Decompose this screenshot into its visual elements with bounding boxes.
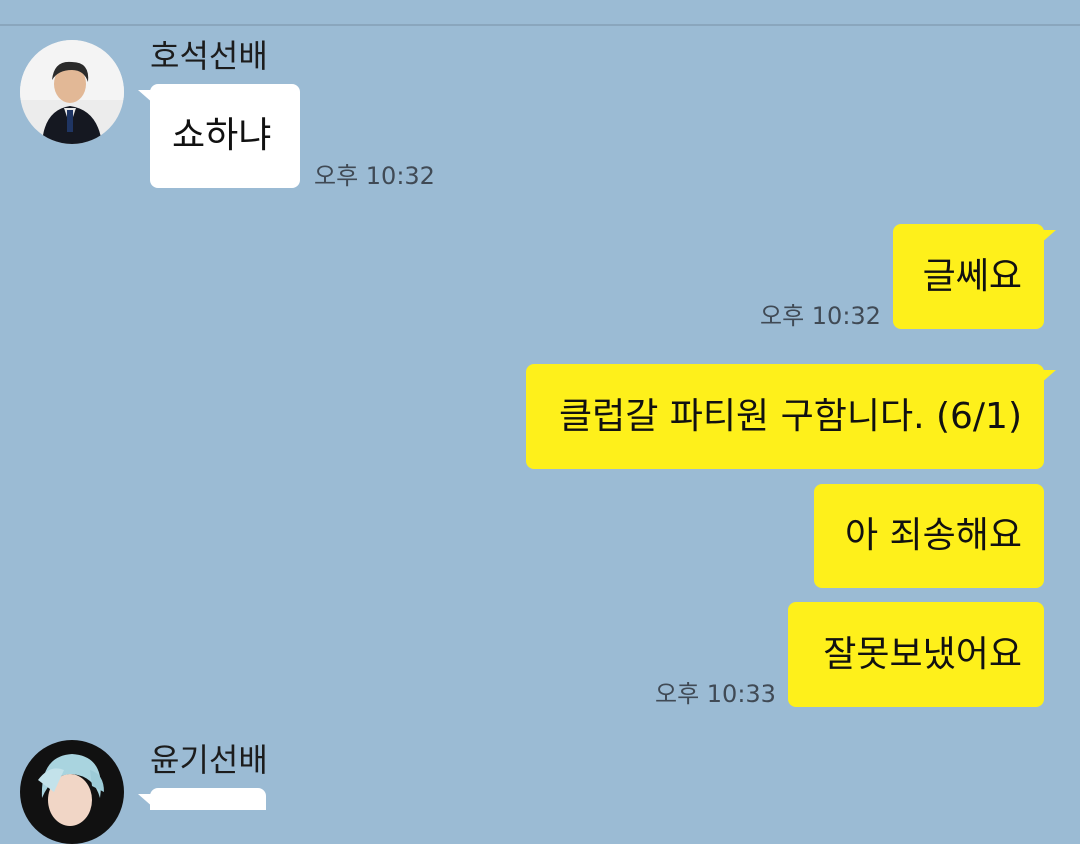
header-divider	[0, 24, 1080, 26]
message-text: 글쎄요	[922, 255, 1022, 297]
message-text: 쇼하냐	[172, 115, 272, 156]
message-text: 아 죄송해요	[844, 515, 1022, 556]
message-bubble-incoming[interactable]	[150, 788, 266, 810]
message-bubble-outgoing[interactable]: 글쎄요	[893, 224, 1044, 329]
profile-photo-icon	[20, 40, 124, 144]
message-bubble-outgoing[interactable]: 아 죄송해요	[814, 484, 1044, 588]
message-bubble-outgoing[interactable]: 클럽갈 파티원 구함니다. (6/1)	[526, 364, 1044, 469]
message-timestamp: 오후 10:32	[760, 302, 881, 330]
message-text: 클럽갈 파티원 구함니다. (6/1)	[558, 395, 1022, 437]
profile-avatar-yoongi[interactable]	[20, 740, 124, 844]
message-bubble-outgoing[interactable]: 잘못보냈어요	[788, 602, 1044, 707]
profile-avatar-hoseok[interactable]	[20, 40, 124, 144]
sender-name: 윤기선배	[150, 741, 268, 779]
message-timestamp: 오후 10:33	[655, 680, 776, 708]
message-timestamp: 오후 10:32	[314, 162, 435, 190]
message-text: 잘못보냈어요	[823, 633, 1022, 675]
message-bubble-incoming[interactable]: 쇼하냐	[150, 84, 300, 188]
profile-photo-icon	[20, 740, 124, 844]
sender-name: 호석선배	[150, 37, 268, 75]
